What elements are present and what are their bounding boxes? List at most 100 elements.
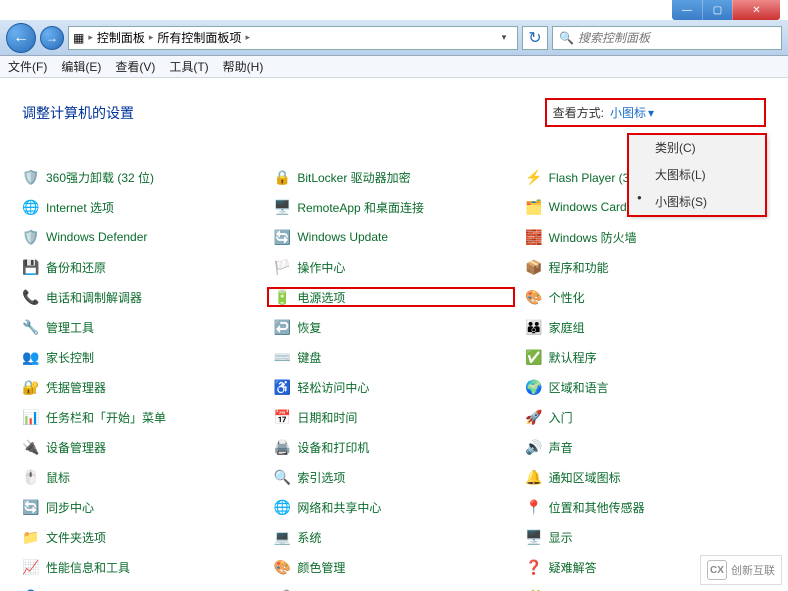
control-panel-item[interactable]: 🎨颜色管理 [273,557,514,577]
item-icon: 🔔 [525,468,543,486]
control-panel-item[interactable]: 📦程序和功能 [525,257,766,277]
window-controls: — ▢ ✕ [672,0,780,20]
control-panel-item[interactable]: 🌍区域和语言 [525,377,766,397]
item-icon: 📈 [22,558,40,576]
search-input[interactable] [578,31,775,45]
control-panel-item[interactable]: 🔧 管理工具 [22,317,263,337]
item-icon: ↩️ [273,318,291,336]
item-label: 通知区域图标 [549,469,621,486]
control-panel-item[interactable]: 🔍索引选项 [273,467,514,487]
address-bar[interactable]: ▦ ▸ 控制面板 ▸ 所有控制面板项 ▸ ▾ [68,26,518,50]
back-button[interactable]: ← [6,23,36,53]
control-panel-item[interactable]: 🔄Windows Update [273,227,514,247]
item-icon: 🏳️ [273,258,291,276]
forward-button[interactable]: → [40,26,64,50]
search-box[interactable]: 🔍 [552,26,782,50]
item-label: 管理工具 [46,319,94,336]
menu-view[interactable]: 查看(V) [115,58,155,75]
control-panel-item[interactable]: 🛡️360强力卸载 (32 位) [22,167,263,187]
item-icon: ⌨️ [273,348,291,366]
control-panel-item[interactable]: 🔒BitLocker 驱动器加密 [273,167,514,187]
item-icon: 🚀 [525,408,543,426]
control-panel-item[interactable]: 🎤语音识别 [273,587,514,591]
control-panel-item[interactable]: 🔄同步中心 [22,497,263,517]
breadcrumb-sep: ▸ [149,32,154,43]
control-panel-item[interactable]: 👤用户帐户 [22,587,263,591]
item-icon: 🔒 [273,168,291,186]
item-icon: 🗂️ [525,198,543,216]
control-panel-item[interactable]: 🖥️RemoteApp 和桌面连接 [273,197,514,217]
item-label: 入门 [549,409,573,426]
item-label: 操作中心 [297,259,345,276]
control-panel-item[interactable]: 🔊声音 [525,437,766,457]
control-panel-item[interactable]: ↩️恢复 [273,317,514,337]
item-icon: 🔧 [22,318,40,336]
control-panel-item[interactable]: 💻系统 [273,527,514,547]
view-by-control[interactable]: 查看方式: 小图标 ▾ 类别(C) 大图标(L) 小图标(S) [545,98,766,127]
item-label: 个性化 [549,289,585,306]
control-panel-item[interactable]: ✅默认程序 [525,347,766,367]
item-label: Internet 选项 [46,199,114,216]
control-panel-item[interactable]: 🧩桌面小工具 [525,587,766,591]
maximize-button[interactable]: ▢ [702,0,732,20]
breadcrumb-current[interactable]: 所有控制面板项 [157,29,241,46]
control-panel-item[interactable]: 📊任务栏和「开始」菜单 [22,407,263,427]
item-icon: 🔍 [273,468,291,486]
item-icon: 🔌 [22,438,40,456]
control-panel-item[interactable]: 🔋电源选项 [267,287,514,307]
menu-file[interactable]: 文件(F) [8,58,47,75]
control-panel-item[interactable]: 📞电话和调制解调器 [22,287,263,307]
control-panel-item[interactable]: 👪家庭组 [525,317,766,337]
item-icon: 📍 [525,498,543,516]
item-icon: 📅 [273,408,291,426]
control-panel-item[interactable]: 🔔 通知区域图标 [525,467,766,487]
control-panel-item[interactable]: 🖥️显示 [525,527,766,547]
content-area: 调整计算机的设置 查看方式: 小图标 ▾ 类别(C) 大图标(L) 小图标(S)… [0,78,788,591]
control-panel-item[interactable]: 🌐Internet 选项 [22,197,263,217]
item-icon: 🖨️ [273,438,291,456]
control-panel-item[interactable]: 📅 日期和时间 [273,407,514,427]
control-panel-item[interactable]: ♿轻松访问中心 [273,377,514,397]
item-label: 家庭组 [549,319,585,336]
control-panel-item[interactable]: 🖱️鼠标 [22,467,263,487]
control-panel-item[interactable]: 🧱Windows 防火墙 [525,227,766,247]
item-label: 声音 [549,439,573,456]
menu-edit[interactable]: 编辑(E) [61,58,101,75]
item-label: 性能信息和工具 [46,559,130,576]
item-icon: 🌍 [525,378,543,396]
control-panel-item[interactable]: 🌐网络和共享中心 [273,497,514,517]
watermark-text: 创新互联 [731,562,775,578]
close-button[interactable]: ✕ [732,0,780,20]
control-panel-item[interactable]: 🔐凭据管理器 [22,377,263,397]
control-panel-item[interactable]: 📍位置和其他传感器 [525,497,766,517]
menu-tools[interactable]: 工具(T) [169,58,208,75]
control-panel-item[interactable]: 🛡️Windows Defender [22,227,263,247]
control-panel-item[interactable]: 💾备份和还原 [22,257,263,277]
view-by-value: 小图标 [610,104,646,121]
minimize-button[interactable]: — [672,0,702,20]
control-panel-item[interactable]: 🎨个性化 [525,287,766,307]
item-label: Windows 防火墙 [549,229,637,246]
view-option-category[interactable]: 类别(C) [629,134,765,161]
control-panel-item[interactable]: 🔌设备管理器 [22,437,263,457]
control-panel-item[interactable]: ⌨️键盘 [273,347,514,367]
control-panel-item[interactable]: 📈 性能信息和工具 [22,557,263,577]
item-label: 日期和时间 [297,409,357,426]
item-label: Windows Defender [46,230,147,244]
control-panel-item[interactable]: 📁文件夹选项 [22,527,263,547]
watermark-logo: CX [707,560,727,580]
menu-help[interactable]: 帮助(H) [223,58,264,75]
item-label: Windows Update [297,230,388,244]
control-panel-item[interactable]: 🏳️ 操作中心 [273,257,514,277]
item-label: RemoteApp 和桌面连接 [297,199,424,216]
control-panel-item[interactable]: 👥家长控制 [22,347,263,367]
item-icon: 📊 [22,408,40,426]
address-dropdown-icon[interactable]: ▾ [495,32,513,43]
control-panel-item[interactable]: 🚀 入门 [525,407,766,427]
item-icon: 🌐 [273,498,291,516]
view-option-large[interactable]: 大图标(L) [629,161,765,188]
view-option-small[interactable]: 小图标(S) [629,188,765,215]
refresh-button[interactable]: ↻ [522,26,548,50]
control-panel-item[interactable]: 🖨️设备和打印机 [273,437,514,457]
breadcrumb-root[interactable]: 控制面板 [97,29,145,46]
